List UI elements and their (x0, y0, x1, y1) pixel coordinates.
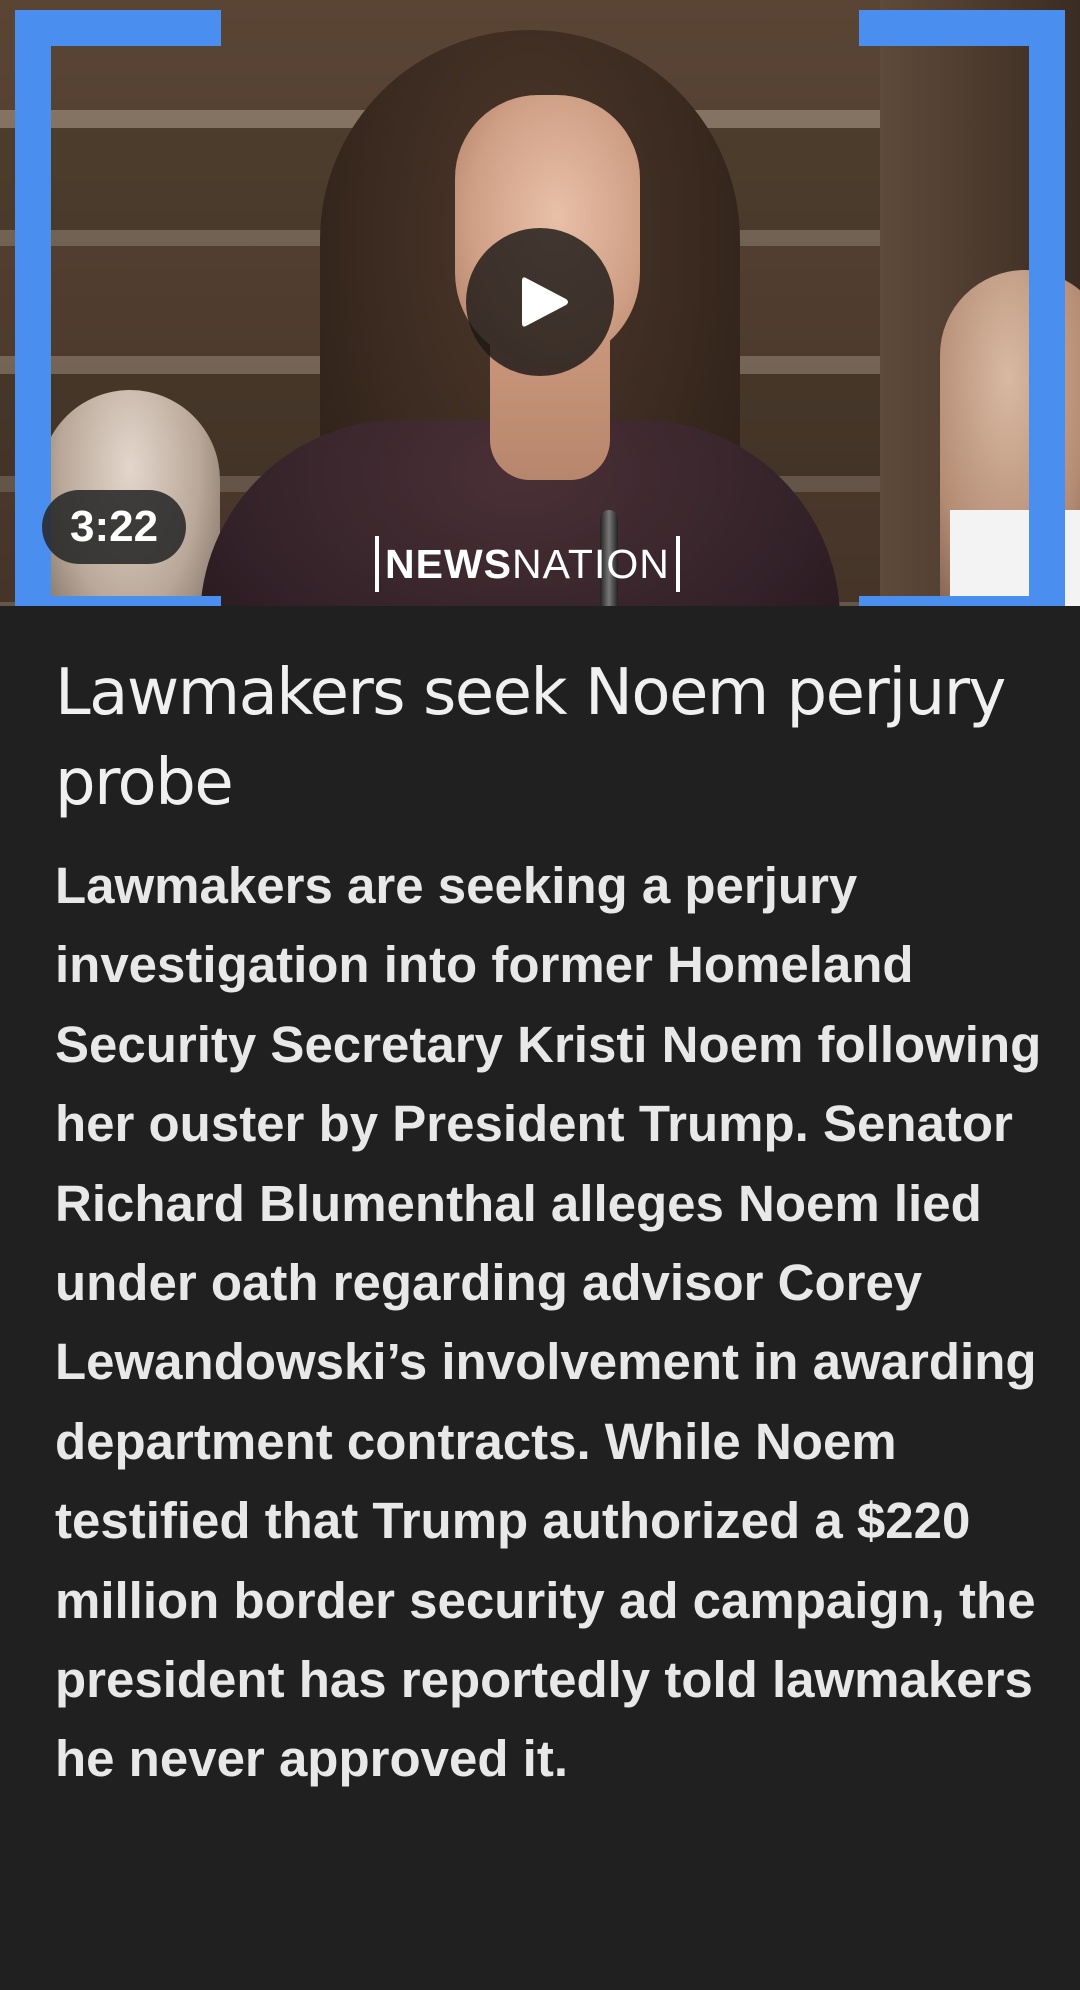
article-headline[interactable]: Lawmakers seek Noem perjury probe (55, 648, 1035, 828)
watermark-nation: NATION (512, 541, 670, 587)
watermark-news: NEWS (385, 541, 512, 587)
article-summary: Lawmakers are seeking a perjury investig… (55, 857, 1042, 1788)
focus-bracket-top-left (15, 10, 221, 341)
video-thumbnail[interactable]: 3:22 NEWSNATION (0, 0, 1080, 606)
play-icon (522, 277, 568, 327)
video-duration-badge: 3:22 (42, 490, 187, 564)
focus-bracket-bottom-right (859, 300, 1065, 606)
focus-bracket-top-right (859, 10, 1065, 341)
newsnation-watermark: NEWSNATION (375, 536, 680, 592)
play-button[interactable] (466, 228, 614, 376)
